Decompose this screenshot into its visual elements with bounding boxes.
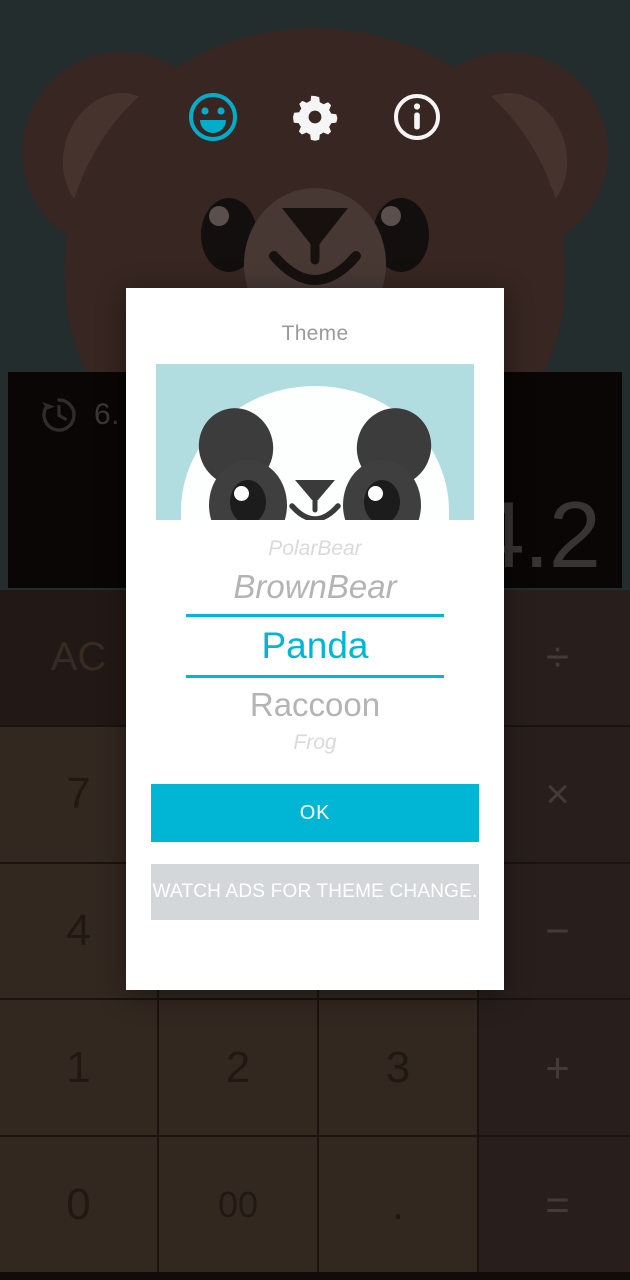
theme-option-raccoon[interactable]: Raccoon	[156, 682, 474, 728]
panda-nose-mouth-icon	[289, 480, 341, 520]
panda-pupil-right-icon	[364, 480, 400, 520]
panda-head-icon	[181, 386, 449, 520]
panda-eye-highlight-right-icon	[368, 486, 383, 501]
theme-option-frog[interactable]: Frog	[156, 728, 474, 758]
theme-option-panda[interactable]: Panda	[186, 614, 444, 678]
panda-eye-highlight-left-icon	[234, 486, 249, 501]
dialog-title: Theme	[281, 322, 349, 345]
theme-option-brownbear[interactable]: BrownBear	[156, 564, 474, 610]
ok-button[interactable]: OK	[151, 784, 479, 842]
theme-dialog: Theme PolarBear BrownBear Panda Raccoon …	[126, 288, 504, 990]
theme-option-polarbear[interactable]: PolarBear	[156, 534, 474, 564]
calculator-app: 6. 4.2 AC÷789×456−123+000.= Theme	[0, 0, 630, 1280]
panda-pupil-left-icon	[230, 480, 266, 520]
theme-preview-image	[156, 364, 474, 520]
theme-option-list: PolarBear BrownBear Panda Raccoon Frog	[156, 534, 474, 758]
watch-ads-button[interactable]: WATCH ADS FOR THEME CHANGE.	[151, 864, 479, 920]
